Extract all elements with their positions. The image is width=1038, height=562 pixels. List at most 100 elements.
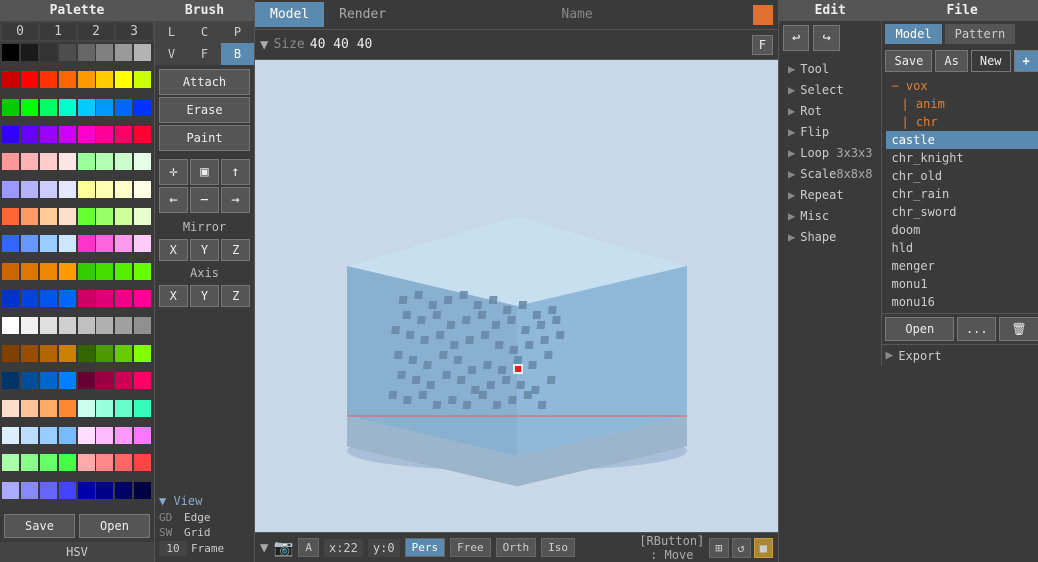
file-item-castle[interactable]: castle: [886, 131, 1037, 149]
color-swatch-26[interactable]: [40, 126, 57, 143]
file-as-btn[interactable]: As: [935, 50, 967, 72]
toolbar-arrow[interactable]: ▼: [260, 37, 268, 53]
color-swatch-53[interactable]: [96, 208, 113, 225]
axis-x[interactable]: X: [159, 285, 188, 307]
color-swatch-64[interactable]: [2, 263, 19, 280]
color-swatch-81[interactable]: [21, 317, 38, 334]
color-swatch-57[interactable]: [21, 235, 38, 252]
color-swatch-95[interactable]: [134, 345, 151, 362]
brush-tab-b[interactable]: B: [221, 43, 254, 65]
save-button[interactable]: Save: [4, 514, 75, 538]
mirror-x[interactable]: X: [159, 239, 188, 261]
color-swatch-14[interactable]: [115, 71, 132, 88]
color-swatch-13[interactable]: [96, 71, 113, 88]
color-swatch-97[interactable]: [21, 372, 38, 389]
color-swatch-52[interactable]: [78, 208, 95, 225]
color-swatch-35[interactable]: [59, 153, 76, 170]
file-item-vox[interactable]: − vox: [886, 77, 1037, 95]
color-swatch-50[interactable]: [40, 208, 57, 225]
color-swatch-29[interactable]: [96, 126, 113, 143]
color-swatch-12[interactable]: [78, 71, 95, 88]
color-swatch-54[interactable]: [115, 208, 132, 225]
color-swatch-74[interactable]: [40, 290, 57, 307]
file-item-hld[interactable]: hld: [886, 239, 1037, 257]
redo-button[interactable]: ↪: [813, 25, 839, 51]
flat-button[interactable]: F: [752, 35, 773, 55]
color-swatch-32[interactable]: [2, 153, 19, 170]
color-swatch-86[interactable]: [115, 317, 132, 334]
color-swatch-113[interactable]: [21, 427, 38, 444]
grid-view-btn[interactable]: ⊞: [709, 538, 728, 558]
color-swatch-18[interactable]: [40, 99, 57, 116]
color-swatch-23[interactable]: [134, 99, 151, 116]
color-swatch-76[interactable]: [78, 290, 95, 307]
color-swatch-1[interactable]: [21, 44, 38, 61]
color-swatch-41[interactable]: [21, 181, 38, 198]
color-swatch-121[interactable]: [21, 454, 38, 471]
color-swatch-85[interactable]: [96, 317, 113, 334]
color-swatch-114[interactable]: [40, 427, 57, 444]
color-swatch-67[interactable]: [59, 263, 76, 280]
color-swatch-88[interactable]: [2, 345, 19, 362]
erase-button[interactable]: Erase: [159, 97, 250, 123]
color-swatch-73[interactable]: [21, 290, 38, 307]
color-swatch-44[interactable]: [78, 181, 95, 198]
menu-rot[interactable]: ▶ Rot: [783, 101, 877, 121]
color-swatch-130[interactable]: [40, 482, 57, 499]
color-swatch-66[interactable]: [40, 263, 57, 280]
color-swatch-117[interactable]: [96, 427, 113, 444]
color-swatch-10[interactable]: [40, 71, 57, 88]
color-swatch-83[interactable]: [59, 317, 76, 334]
a-button[interactable]: A: [298, 538, 319, 557]
color-swatch-69[interactable]: [96, 263, 113, 280]
file-item-chr-rain[interactable]: chr_rain: [886, 185, 1037, 203]
color-swatch-7[interactable]: [134, 44, 151, 61]
file-add-btn[interactable]: +: [1014, 50, 1038, 72]
menu-repeat[interactable]: ▶ Repeat: [783, 185, 877, 205]
color-swatch-0[interactable]: [2, 44, 19, 61]
free-mode[interactable]: Free: [450, 538, 491, 557]
file-item-anim[interactable]: | anim: [886, 95, 1037, 113]
orth-mode[interactable]: Orth: [496, 538, 537, 557]
palette-num-2[interactable]: 2: [78, 23, 114, 40]
color-swatch-30[interactable]: [115, 126, 132, 143]
right-tool[interactable]: →: [221, 187, 250, 213]
color-swatch-78[interactable]: [115, 290, 132, 307]
color-swatch-129[interactable]: [21, 482, 38, 499]
color-swatch-80[interactable]: [2, 317, 19, 334]
color-swatch-62[interactable]: [115, 235, 132, 252]
color-swatch-33[interactable]: [21, 153, 38, 170]
color-swatch-96[interactable]: [2, 372, 19, 389]
menu-select[interactable]: ▶ Select: [783, 80, 877, 100]
color-swatch-125[interactable]: [96, 454, 113, 471]
rotate-btn[interactable]: ↺: [732, 538, 751, 558]
paint-button[interactable]: Paint: [159, 125, 250, 151]
file-item-doom[interactable]: doom: [886, 221, 1037, 239]
bottom-arrow[interactable]: ▼: [260, 540, 268, 556]
color-swatch-135[interactable]: [134, 482, 151, 499]
color-swatch-56[interactable]: [2, 235, 19, 252]
color-swatch-105[interactable]: [21, 400, 38, 417]
color-swatch-99[interactable]: [59, 372, 76, 389]
color-swatch-126[interactable]: [115, 454, 132, 471]
color-swatch-134[interactable]: [115, 482, 132, 499]
color-swatch-109[interactable]: [96, 400, 113, 417]
export-row[interactable]: ▶ Export: [882, 344, 1038, 366]
menu-shape[interactable]: ▶ Shape: [783, 227, 877, 247]
brush-tab-f[interactable]: F: [188, 43, 221, 65]
color-swatch-111[interactable]: [134, 400, 151, 417]
color-swatch-79[interactable]: [134, 290, 151, 307]
file-open-btn[interactable]: Open: [885, 317, 954, 341]
color-swatch-119[interactable]: [134, 427, 151, 444]
color-swatch-107[interactable]: [59, 400, 76, 417]
file-tab-pattern[interactable]: Pattern: [945, 24, 1016, 44]
color-swatch-100[interactable]: [78, 372, 95, 389]
file-item-chr-old[interactable]: chr_old: [886, 167, 1037, 185]
color-swatch-116[interactable]: [78, 427, 95, 444]
color-swatch-133[interactable]: [96, 482, 113, 499]
up-tool[interactable]: ↑: [221, 159, 250, 185]
move-tool[interactable]: ✛: [159, 159, 188, 185]
color-swatch-98[interactable]: [40, 372, 57, 389]
palette-num-1[interactable]: 1: [40, 23, 76, 40]
color-swatch-40[interactable]: [2, 181, 19, 198]
